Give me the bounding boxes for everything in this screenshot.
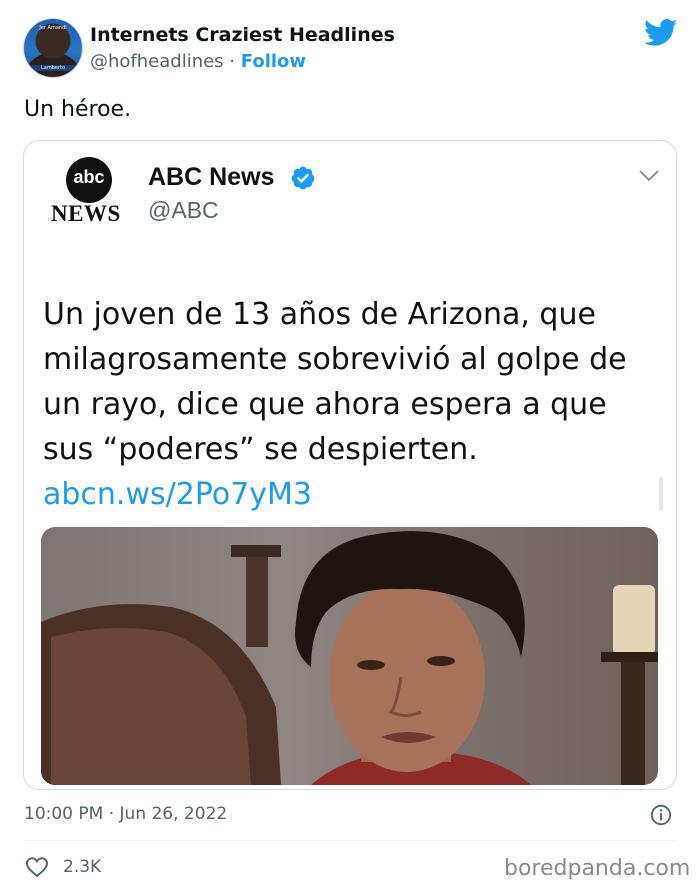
avatar-caption-top: Jer Amandi: [39, 25, 67, 31]
handle-row: @hofheadlines · Follow: [90, 51, 306, 72]
news-photo-illustration: [41, 531, 658, 785]
like-count[interactable]: 2.3K: [63, 857, 101, 877]
quoted-account-name[interactable]: ABC News: [148, 163, 274, 192]
scrollbar[interactable]: [659, 477, 663, 511]
verified-badge-icon: [291, 166, 315, 190]
twitter-bird-icon[interactable]: [644, 19, 678, 47]
avatar[interactable]: Jer Amandi Lamberto: [23, 18, 83, 78]
divider: [23, 840, 677, 841]
abc-news-wordmark: NEWS: [51, 201, 121, 226]
info-icon[interactable]: [650, 804, 672, 826]
quoted-tweet-link[interactable]: abcn.ws/2Po7yM3: [43, 472, 312, 517]
quoted-tweet-card[interactable]: abc NEWS ABC News @ABC Un joven de 13 añ…: [23, 140, 677, 790]
tweet-timestamp[interactable]: 10:00 PM · Jun 26, 2022: [24, 804, 227, 824]
separator-dot: ·: [229, 51, 236, 72]
news-photo[interactable]: [41, 527, 658, 785]
abc-logo[interactable]: abc: [66, 157, 112, 203]
tweet-text: Un héroe.: [24, 97, 132, 122]
chevron-down-icon[interactable]: [638, 169, 660, 183]
quoted-account-handle[interactable]: @ABC: [148, 197, 219, 224]
account-handle[interactable]: @hofheadlines: [90, 51, 224, 72]
heart-icon[interactable]: [25, 856, 49, 878]
watermark: boredpanda.com: [504, 856, 691, 881]
avatar-caption-bottom: Lamberto: [24, 65, 82, 71]
quoted-tweet-text: Un joven de 13 años de Arizona, que mila…: [43, 297, 627, 467]
abc-logo-text: abc: [73, 167, 105, 187]
account-name[interactable]: Internets Craziest Headlines: [90, 24, 395, 46]
follow-button[interactable]: Follow: [241, 51, 306, 72]
tweet-header: Jer Amandi Lamberto Internets Craziest H…: [0, 0, 700, 90]
